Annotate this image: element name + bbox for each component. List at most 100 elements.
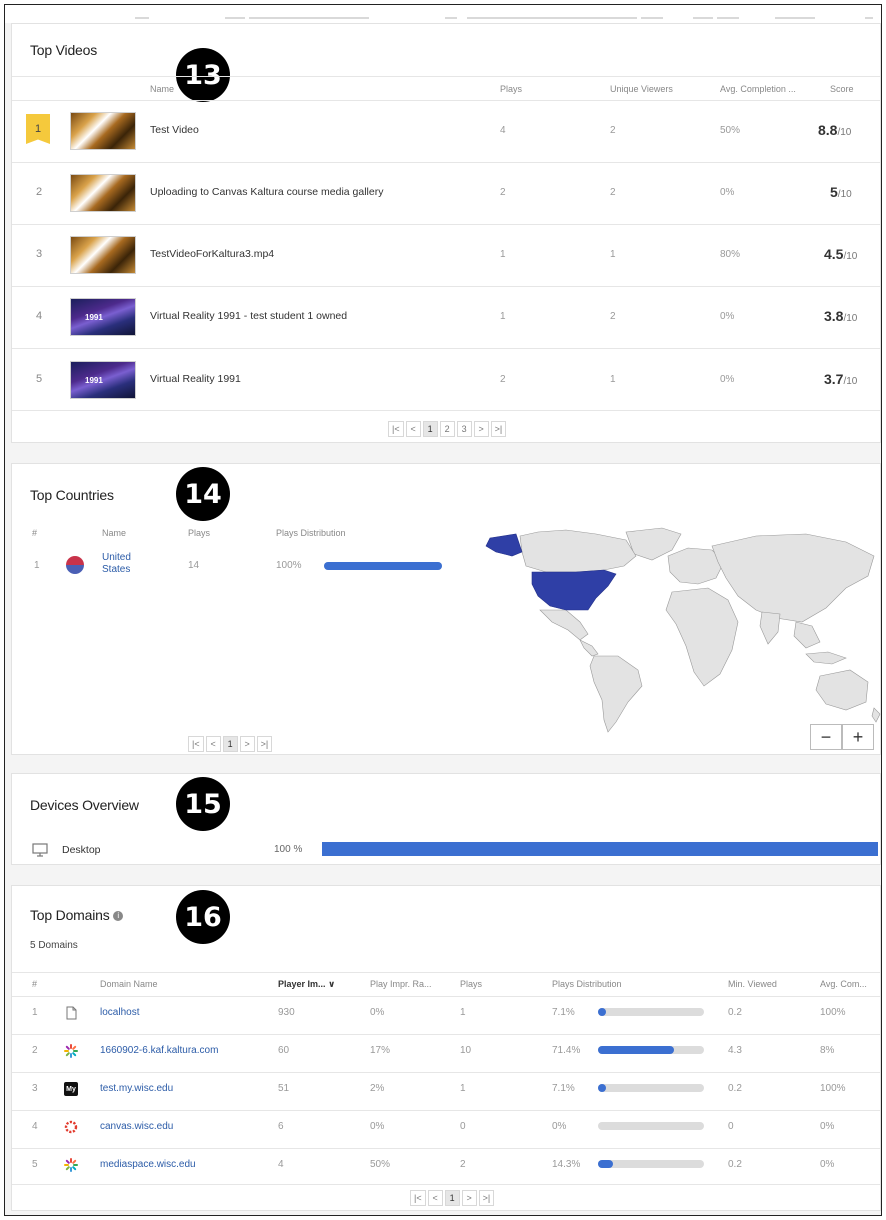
- domain-dist-pct: 7.1%: [552, 1083, 575, 1094]
- col-name[interactable]: Name: [150, 84, 174, 94]
- col-play-impr-rate[interactable]: Play Impr. Ra...: [370, 979, 432, 989]
- pager-page-1[interactable]: 1: [444, 1190, 460, 1206]
- callout-14: 14: [176, 467, 230, 521]
- world-map[interactable]: [476, 526, 882, 736]
- col-score[interactable]: Score: [830, 84, 854, 94]
- video-name[interactable]: Uploading to Canvas Kaltura course media…: [150, 186, 383, 198]
- pager-next[interactable]: >: [239, 736, 255, 752]
- domain-plays: 2: [460, 1159, 466, 1170]
- domain-name[interactable]: canvas.wisc.edu: [100, 1121, 173, 1132]
- domain-name[interactable]: test.my.wisc.edu: [100, 1083, 173, 1094]
- video-thumbnail[interactable]: [70, 236, 136, 274]
- map-canada: [519, 529, 637, 573]
- canvas-icon: [64, 1120, 78, 1134]
- domain-min-viewed: 0.2: [728, 1083, 742, 1094]
- domain-name[interactable]: mediaspace.wisc.edu: [100, 1159, 196, 1170]
- pager-page-2[interactable]: 2: [439, 421, 455, 437]
- domain-avg-completion: 100%: [820, 1007, 846, 1018]
- sort-desc-icon[interactable]: ∨: [328, 979, 335, 989]
- domain-impressions: 6: [278, 1121, 284, 1132]
- pager-prev[interactable]: <: [427, 1190, 443, 1206]
- col-country-plays[interactable]: Plays: [188, 528, 210, 538]
- col-avg-completion[interactable]: Avg. Completion ...: [720, 84, 796, 94]
- video-unique: 1: [610, 249, 616, 260]
- domain-impr-rate: 50%: [370, 1159, 391, 1170]
- pager-next[interactable]: >: [461, 1190, 477, 1206]
- col-country-name[interactable]: Name: [102, 528, 126, 538]
- video-name[interactable]: Test Video: [150, 124, 199, 136]
- country-plays: 14: [188, 560, 200, 571]
- pager-last[interactable]: >|: [256, 736, 273, 752]
- zoom-out-button[interactable]: −: [810, 724, 842, 750]
- pager-page-1[interactable]: 1: [222, 736, 238, 752]
- domain-impressions: 60: [278, 1045, 290, 1056]
- pager-last[interactable]: >|: [478, 1190, 495, 1206]
- col-domain-plays[interactable]: Plays: [460, 979, 482, 989]
- col-player-impressions[interactable]: Player Im... ∨: [278, 979, 335, 990]
- top-domains-card: Top Domains i 16 5 Domains # Domain Name…: [11, 885, 881, 1211]
- devices-overview-card: Devices Overview 15 Desktop 100 %: [11, 773, 881, 865]
- video-thumbnail[interactable]: 1991: [70, 298, 136, 336]
- top-domains-title: Top Domains i: [30, 907, 124, 923]
- col-avg-completion[interactable]: Avg. Com...: [820, 979, 867, 989]
- pager-page-1[interactable]: 1: [422, 421, 438, 437]
- video-thumbnail[interactable]: [70, 112, 136, 150]
- domain-name[interactable]: localhost: [100, 1007, 139, 1018]
- zoom-in-button[interactable]: +: [842, 724, 874, 750]
- pager-next[interactable]: >: [473, 421, 489, 437]
- domain-dist-fill: [598, 1160, 614, 1168]
- map-indonesia: [805, 651, 847, 665]
- map-mexico: [539, 609, 589, 641]
- col-plays[interactable]: Plays: [500, 84, 522, 94]
- domain-dist-bar: [598, 1008, 704, 1016]
- map-australia: [815, 669, 869, 711]
- domain-impr-rate: 2%: [370, 1083, 385, 1094]
- info-icon[interactable]: i: [113, 911, 124, 922]
- video-completion: 50%: [720, 125, 741, 136]
- pager-first[interactable]: |<: [410, 1190, 426, 1206]
- video-name[interactable]: Virtual Reality 1991 - test student 1 ow…: [150, 310, 347, 322]
- domain-avg-completion: 100%: [820, 1083, 846, 1094]
- video-unique: 1: [610, 374, 616, 385]
- file-icon: [66, 1006, 77, 1020]
- top-countries-title: Top Countries: [30, 487, 114, 503]
- video-completion: 0%: [720, 374, 735, 385]
- domain-dist-fill: [598, 1008, 607, 1016]
- video-score: 4.5/10: [824, 246, 858, 262]
- col-plays-distribution[interactable]: Plays Distribution: [276, 528, 346, 538]
- domain-plays: 0: [460, 1121, 466, 1132]
- col-rank: #: [32, 979, 38, 989]
- map-new-zealand: [871, 707, 881, 723]
- col-unique-viewers[interactable]: Unique Viewers: [610, 84, 673, 94]
- col-domain-distribution[interactable]: Plays Distribution: [552, 979, 622, 989]
- pager-first[interactable]: |<: [388, 421, 404, 437]
- video-thumbnail[interactable]: 1991: [70, 361, 136, 399]
- country-rank: 1: [34, 560, 40, 571]
- pager-page-3[interactable]: 3: [456, 421, 472, 437]
- domain-name[interactable]: 1660902-6.kaf.kaltura.com: [100, 1045, 218, 1056]
- video-name[interactable]: TestVideoForKaltura3.mp4: [150, 248, 274, 260]
- video-thumbnail[interactable]: [70, 174, 136, 212]
- map-india: [759, 611, 781, 645]
- pager-prev[interactable]: <: [205, 736, 221, 752]
- video-rank: 5: [36, 373, 43, 385]
- country-name-line1[interactable]: United: [102, 552, 131, 563]
- col-domain-name[interactable]: Domain Name: [100, 979, 158, 989]
- devices-overview-title: Devices Overview: [30, 797, 139, 813]
- domain-dist-pct: 71.4%: [552, 1045, 581, 1056]
- video-plays: 1: [500, 311, 506, 322]
- video-name[interactable]: Virtual Reality 1991: [150, 373, 241, 385]
- col-min-viewed[interactable]: Min. Viewed: [728, 979, 777, 989]
- domain-impressions: 4: [278, 1159, 284, 1170]
- device-name: Desktop: [62, 844, 101, 856]
- domain-avg-completion: 0%: [820, 1159, 835, 1170]
- pager-prev[interactable]: <: [405, 421, 421, 437]
- pager-first[interactable]: |<: [188, 736, 204, 752]
- domain-impr-rate: 0%: [370, 1007, 385, 1018]
- pager-last[interactable]: >|: [490, 421, 507, 437]
- col-rank: #: [32, 528, 38, 538]
- video-unique: 2: [610, 125, 616, 136]
- country-name-line2[interactable]: States: [102, 564, 130, 575]
- video-score: 3.8/10: [824, 308, 858, 324]
- top-videos-title: Top Videos: [30, 42, 98, 58]
